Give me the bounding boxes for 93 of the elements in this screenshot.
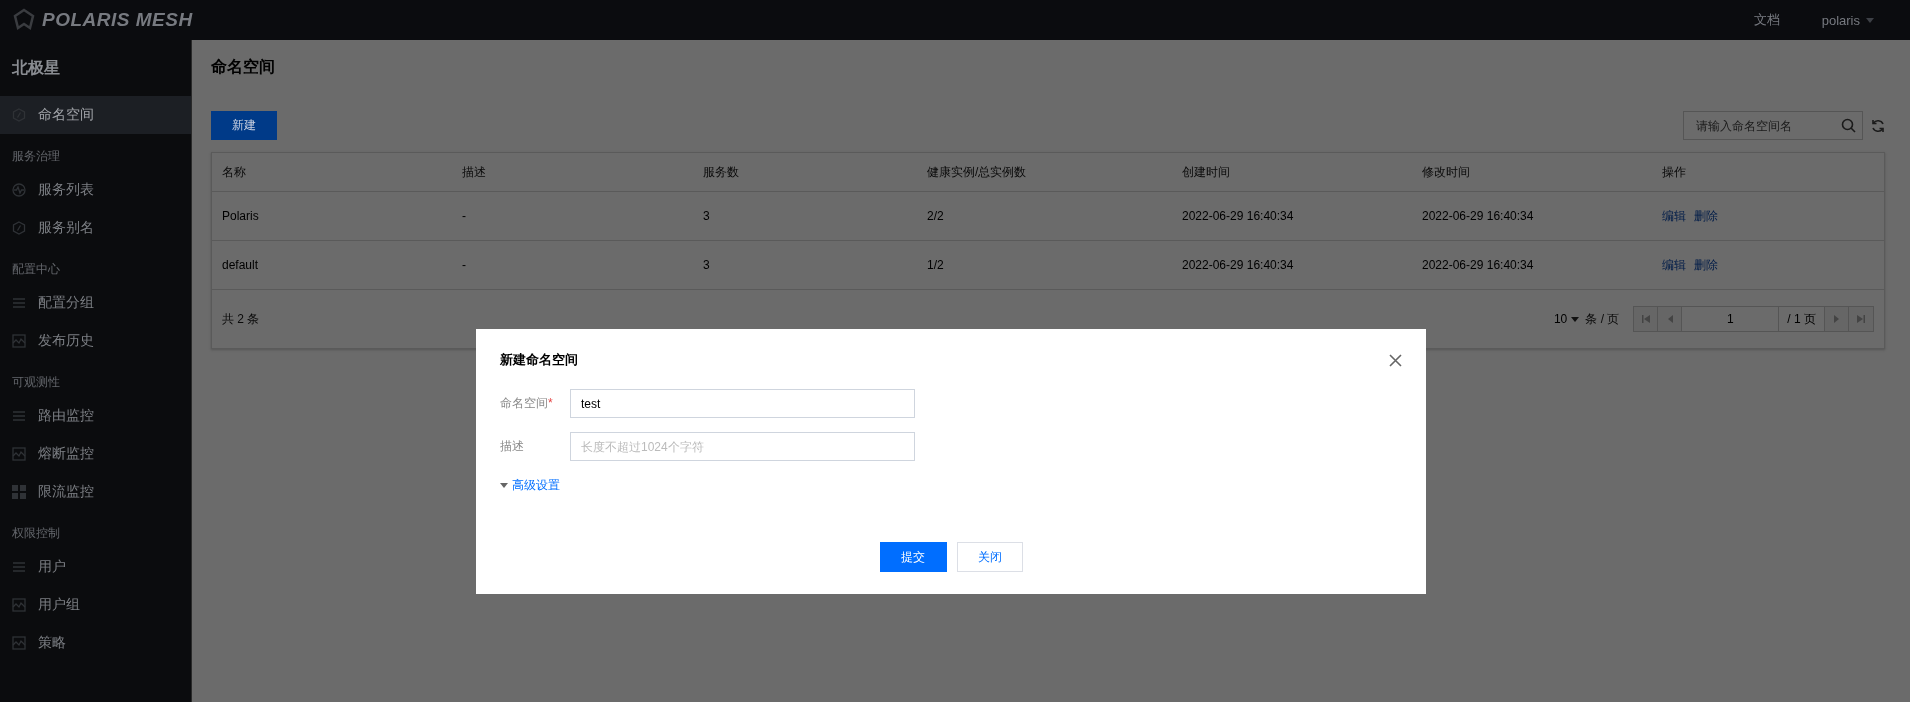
dialog-title: 新建命名空间 — [500, 351, 578, 369]
table-cell-text: 2022-06-29 16:40:34 — [1182, 209, 1295, 223]
sidebar-item[interactable]: 发布历史 — [0, 322, 191, 360]
grid-icon — [12, 485, 26, 499]
column-header: 操作 — [1662, 163, 1687, 181]
sidebar-item-label: 策略 — [38, 634, 66, 652]
logo-icon — [12, 8, 36, 32]
sidebar-item[interactable]: 用户 — [0, 548, 191, 586]
caret-icon — [1866, 17, 1874, 23]
sidebar-item-label: 限流监控 — [38, 483, 94, 501]
list-icon — [12, 296, 26, 310]
sidebar-item[interactable]: 策略 — [0, 624, 191, 662]
dialog-button[interactable]: 关闭 — [956, 542, 1023, 572]
caret-icon — [1571, 316, 1580, 322]
hexagon-icon — [12, 221, 26, 235]
field-label: 描述 — [500, 438, 525, 455]
table-cell-text: 2022-06-29 16:40:34 — [1422, 209, 1535, 223]
last-page-icon — [1857, 315, 1865, 323]
table-cell-text: 2/2 — [927, 209, 945, 223]
column-header: 服务数 — [703, 163, 740, 181]
sidebar-item-label: 用户 — [38, 558, 66, 576]
column-header: 名称 — [222, 163, 247, 181]
sidebar-group-heading: 可观测性 — [11, 374, 61, 391]
last-page-button[interactable] — [1849, 307, 1873, 331]
docs-link[interactable]: 文档 — [1753, 11, 1780, 29]
sidebar-item-label: 服务列表 — [38, 181, 94, 199]
first-page-button[interactable] — [1634, 307, 1659, 331]
sidebar-item-label: 发布历史 — [38, 332, 94, 350]
next-page-icon — [1832, 315, 1841, 323]
pulse-icon — [12, 183, 26, 197]
refresh-icon[interactable] — [1871, 118, 1885, 133]
list-icon — [12, 560, 26, 574]
sidebar-item-label: 熔断监控 — [38, 445, 94, 463]
page-title: 命名空间 — [211, 56, 276, 77]
action-link[interactable]: 编辑 — [1662, 207, 1686, 225]
sidebar-item-label: 配置分组 — [38, 294, 94, 312]
table-cell-text: 1/2 — [927, 258, 945, 272]
search-input[interactable]: 请输入命名空间名 — [1694, 117, 1841, 134]
chart-icon — [12, 598, 26, 612]
sidebar-item-label: 命名空间 — [38, 106, 94, 124]
column-header: 修改时间 — [1422, 163, 1471, 181]
table-cell-text: 3 — [703, 209, 711, 223]
action-link[interactable]: 编辑 — [1662, 256, 1686, 274]
sidebar-item[interactable]: 限流监控 — [0, 473, 191, 511]
sidebar-item[interactable]: 路由监控 — [0, 397, 191, 435]
user-menu[interactable]: polaris — [1821, 12, 1874, 28]
total-count: 共 2 条 — [222, 310, 260, 328]
chart-icon — [12, 636, 26, 650]
caret-icon — [500, 483, 508, 488]
input-field[interactable]: 长度不超过1024个字符 — [570, 432, 915, 461]
sidebar-item[interactable]: 熔断监控 — [0, 435, 191, 473]
sidebar-item-label: 路由监控 — [38, 407, 94, 425]
submit-button[interactable]: 提交 — [879, 542, 947, 572]
search-field[interactable]: 请输入命名空间名 — [1683, 111, 1863, 140]
column-header: 健康实例/总实例数 — [927, 163, 1028, 181]
table-cell-text: Polaris — [222, 209, 260, 223]
table-cell-text: 3 — [703, 258, 711, 272]
prev-page-button[interactable] — [1658, 307, 1683, 331]
sidebar-item[interactable]: 用户组 — [0, 586, 191, 624]
field-label: 命名空间* — [500, 395, 554, 412]
sidebar-group-heading: 权限控制 — [11, 525, 61, 542]
sidebar-item[interactable]: 服务列表 — [0, 171, 191, 209]
column-header: 创建时间 — [1182, 163, 1231, 181]
table-cell-text: - — [462, 258, 467, 272]
pagination-bar[interactable]: 1 / 1 页 — [1633, 306, 1874, 332]
sidebar-item-label: 服务别名 — [38, 219, 94, 237]
sidebar-group-heading: 配置中心 — [11, 261, 61, 278]
first-page-icon — [1641, 315, 1650, 323]
sidebar-item[interactable]: 服务别名 — [0, 209, 191, 247]
column-header: 描述 — [462, 163, 487, 181]
next-page-button[interactable] — [1825, 307, 1849, 331]
table-cell-text: default — [222, 258, 260, 272]
list-icon — [12, 409, 26, 423]
action-link[interactable]: 删除 — [1694, 207, 1718, 225]
chart-icon — [12, 334, 26, 348]
input-field[interactable]: test — [570, 389, 915, 418]
new-button[interactable]: 新建 — [211, 111, 277, 140]
logo-text: POLARIS MESH — [42, 9, 193, 31]
page-size-select[interactable]: 10 — [1553, 312, 1580, 326]
table-cell-text: 2022-06-29 16:40:34 — [1422, 258, 1535, 272]
search-icon[interactable] — [1841, 118, 1856, 133]
sidebar-title: 北极星 — [11, 57, 61, 78]
sidebar-item-label: 用户组 — [38, 596, 80, 614]
table-cell-text: - — [462, 209, 467, 223]
page-size-unit: 条 / 页 — [1585, 310, 1620, 328]
sidebar-item[interactable]: 命名空间 — [0, 96, 191, 134]
chart-icon — [12, 447, 26, 461]
action-link[interactable]: 删除 — [1694, 256, 1718, 274]
table-cell-text: 2022-06-29 16:40:34 — [1182, 258, 1295, 272]
sidebar-group-heading: 服务治理 — [11, 148, 61, 165]
advanced-settings-link[interactable]: 高级设置 — [500, 477, 1402, 494]
close-button[interactable] — [1389, 353, 1402, 367]
sidebar-item[interactable]: 配置分组 — [0, 284, 191, 322]
